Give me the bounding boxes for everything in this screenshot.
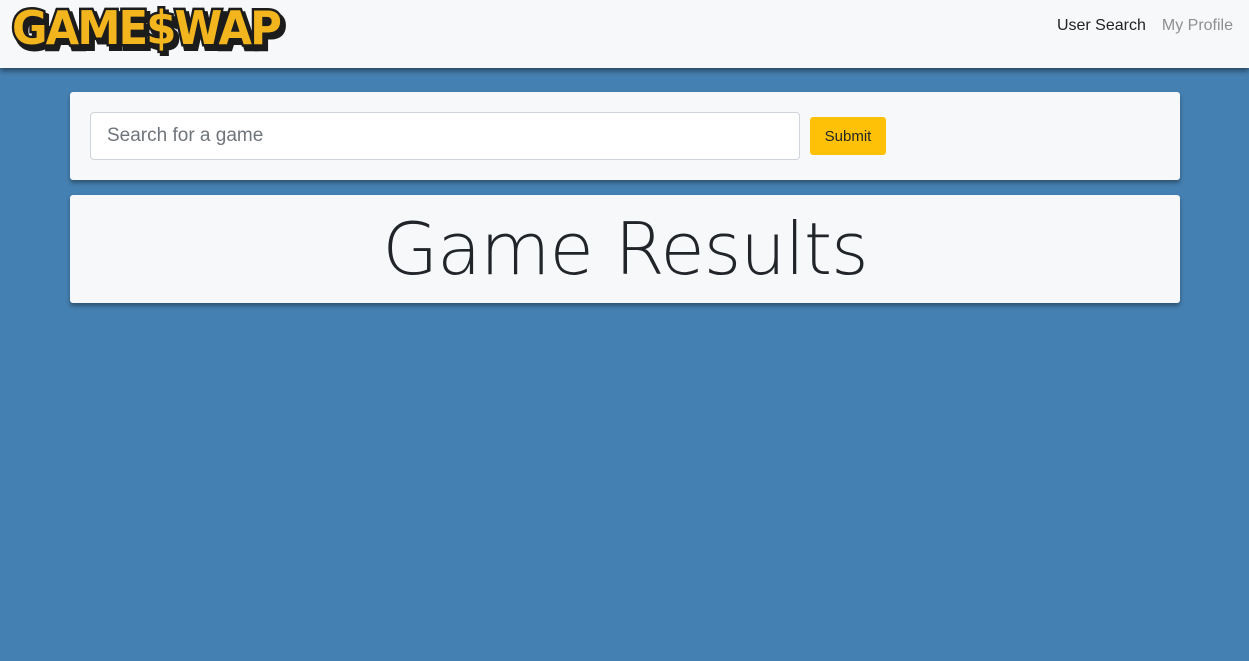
results-title: Game Results [382,207,868,291]
submit-button[interactable]: Submit [810,117,886,155]
gameswap-logo[interactable]: GAME$WAP GAME$WAP GAME$WAP [10,0,290,56]
results-card: Game Results [70,195,1180,303]
navbar: GAME$WAP GAME$WAP GAME$WAP User Search M… [0,0,1249,68]
nav-link-my-profile[interactable]: My Profile [1162,17,1233,35]
svg-text:GAME$WAP: GAME$WAP [12,1,280,55]
nav-links: User Search My Profile [1057,17,1233,35]
search-input[interactable] [90,112,800,160]
nav-link-user-search[interactable]: User Search [1057,17,1146,35]
search-card: Submit [70,92,1180,180]
gameswap-logo-graphic: GAME$WAP GAME$WAP GAME$WAP [10,0,288,56]
